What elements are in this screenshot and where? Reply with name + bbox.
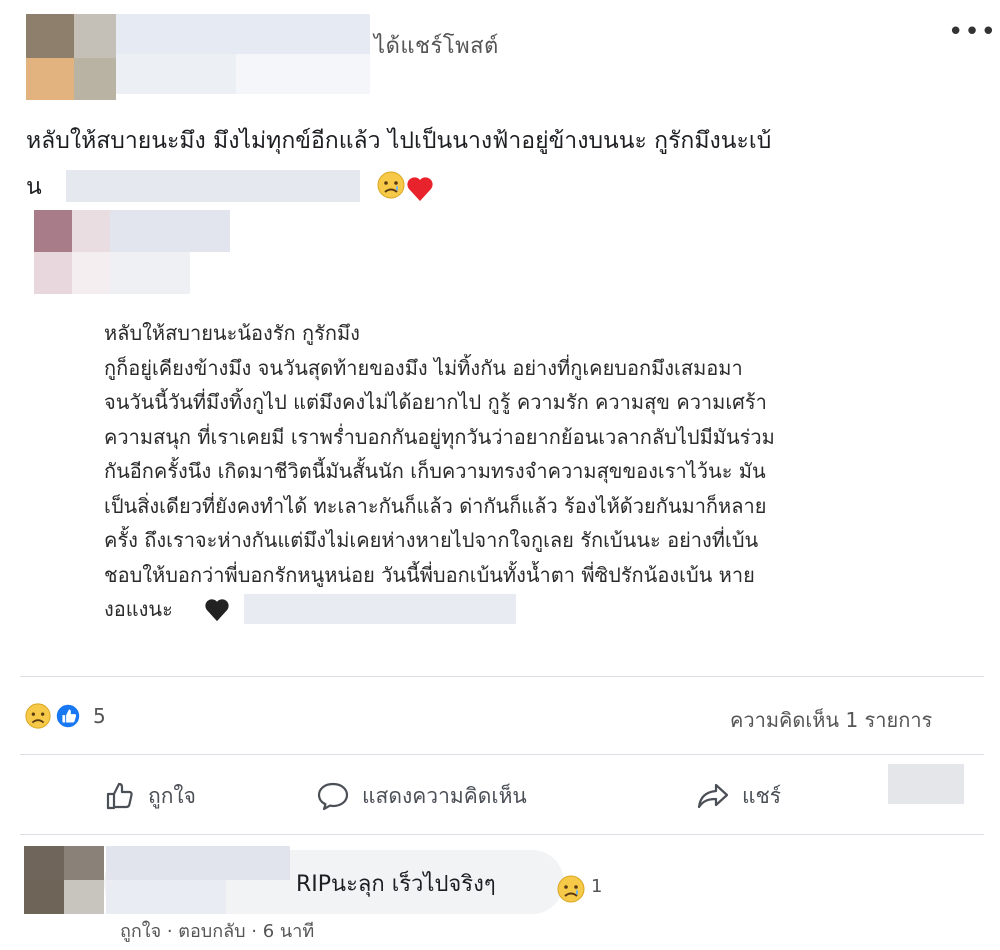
comment-meta[interactable]: ถูกใจ · ตอบกลับ · 6 นาที	[120, 916, 314, 945]
post-text-line-1: หลับให้สบายนะมึง มึงไม่ทุกข์อีกแล้ว ไปเป…	[26, 128, 772, 154]
comment-bubble-icon	[317, 782, 349, 811]
reaction-count[interactable]: 5	[93, 704, 106, 728]
reactions-summary[interactable]	[24, 700, 104, 732]
like-reaction-icon	[54, 702, 82, 734]
shared-text-line: เป็นสิ่งเดียวที่ยังคงทำได้ ทะเลาะกันก็แล…	[104, 493, 767, 518]
post-text: หลับให้สบายนะมึง มึงไม่ทุกข์อีกแล้ว ไปเป…	[26, 118, 986, 210]
shared-text-line: หลับให้สบายนะน้องรัก กูรักมึง	[104, 321, 360, 345]
share-button[interactable]: แชร์	[696, 778, 781, 814]
audience-selector-redacted[interactable]	[888, 764, 964, 804]
shared-text-line: จนวันนี้วันที่มึงทิ้งกูไป แต่มึงคงไม่ได้…	[104, 390, 767, 414]
shared-text-line: ความสนุก ที่เราเคยมี เราพร่ำบอกกันอยู่ทุ…	[104, 424, 775, 449]
like-label: ถูกใจ	[148, 783, 196, 808]
thumbs-up-icon	[106, 782, 133, 810]
more-options-button[interactable]: •••	[948, 19, 996, 48]
divider	[20, 834, 984, 835]
poster-name-redacted[interactable]	[116, 14, 370, 94]
shared-text-line: งอแงนะ	[104, 597, 173, 621]
shared-post-text: หลับให้สบายนะน้องรัก กูรักมึง กูก็อยู่เค…	[104, 316, 904, 627]
share-arrow-icon	[697, 783, 729, 809]
original-poster-name-redacted[interactable]	[110, 210, 230, 294]
comment-count-link[interactable]: ความคิดเห็น 1 รายการ	[730, 704, 932, 736]
original-poster-avatar[interactable]	[34, 210, 110, 294]
comment-sad-reaction-icon	[556, 874, 586, 908]
divider	[20, 754, 984, 755]
comment-label: แสดงความคิดเห็น	[362, 783, 527, 808]
share-label: แชร์	[742, 783, 782, 808]
like-button[interactable]: ถูกใจ	[104, 778, 196, 814]
comment-text: RIPนะลุก เร็วไปจริงๆ	[296, 872, 496, 897]
sad-reaction-icon	[24, 702, 52, 734]
poster-avatar[interactable]	[26, 14, 116, 100]
red-heart-icon	[406, 172, 434, 218]
divider	[20, 676, 984, 677]
shared-text-line: ครั้ง ถึงเราจะห่างกันแต่มึงไม่เคยห่างหาย…	[104, 528, 759, 552]
comment-reaction-count[interactable]: 1	[591, 876, 602, 897]
shared-post-label: ได้แชร์โพสต์	[374, 34, 499, 59]
comment-button[interactable]: แสดงความคิดเห็น	[316, 778, 527, 814]
redacted-tag	[244, 594, 516, 624]
shared-text-line: ชอบให้บอกว่าพี่บอกรักหนูหน่อย วันนี้พี่บ…	[104, 562, 755, 587]
commenter-name-redacted[interactable]	[106, 846, 290, 914]
redacted-text	[66, 170, 360, 202]
post-text-line-2: น	[26, 174, 42, 200]
sad-face-icon	[376, 170, 406, 216]
shared-text-line: กันอีกครั้งนึง เกิดมาชีวิตนี้มันสั้นนัก …	[104, 459, 766, 483]
black-heart-icon	[204, 598, 230, 633]
commenter-avatar[interactable]	[24, 846, 104, 914]
shared-text-line: กูก็อยู่เคียงข้างมึง จนวันสุดท้ายของมึง …	[104, 355, 743, 380]
